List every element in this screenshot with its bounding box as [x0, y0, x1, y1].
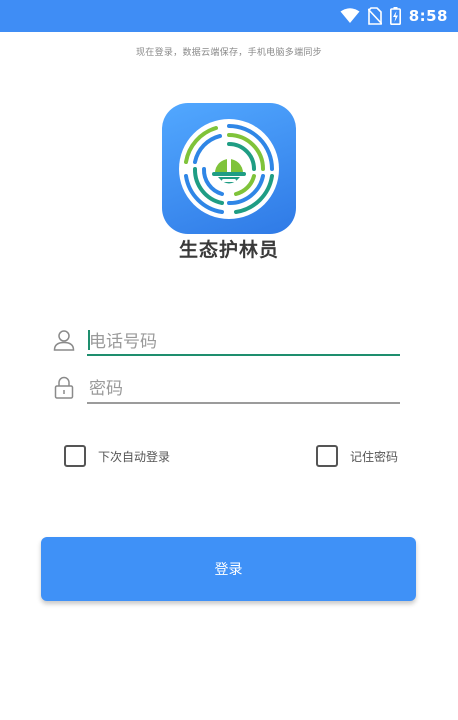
password-field — [52, 371, 400, 407]
text-caret — [88, 330, 90, 350]
auto-login-option[interactable]: 下次自动登录 — [64, 444, 170, 468]
battery-charging-icon — [389, 7, 401, 25]
user-icon — [52, 328, 76, 352]
no-sim-icon — [367, 7, 382, 25]
wifi-icon — [340, 8, 360, 24]
remember-password-option[interactable]: 记住密码 — [316, 444, 398, 468]
phone-underline — [87, 354, 400, 356]
lock-icon — [52, 375, 76, 399]
auto-login-label: 下次自动登录 — [98, 449, 171, 464]
status-bar: 8:58 — [0, 0, 458, 32]
phone-field — [52, 324, 400, 360]
forest-ranger-helmet-logo-icon — [179, 118, 279, 219]
password-underline — [87, 402, 400, 404]
sync-subtitle: 现在登录，数据云端保存，手机电脑多端同步 — [135, 48, 322, 58]
remember-password-label: 记住密码 — [350, 449, 399, 464]
login-button[interactable]: 登录 — [41, 537, 416, 601]
app-name: 生态护林员 — [178, 239, 279, 261]
status-icons: 8:58 — [340, 0, 448, 32]
remember-password-checkbox[interactable] — [316, 445, 338, 467]
auto-login-checkbox[interactable] — [64, 445, 86, 467]
status-time: 8:58 — [408, 7, 448, 25]
app-logo — [162, 103, 296, 234]
